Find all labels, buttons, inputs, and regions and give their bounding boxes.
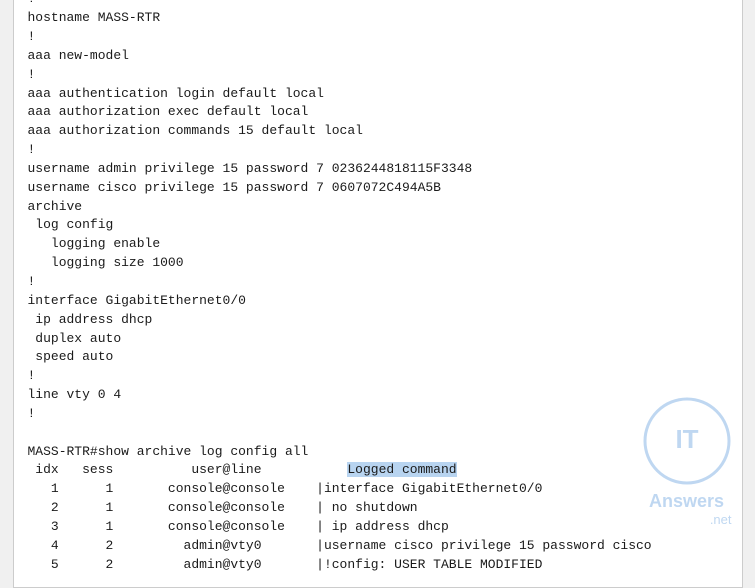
terminal-window: MASS-RTR#show running-config ! hostname … [13,0,743,588]
line-15: logging enable [28,236,161,251]
line-20: duplex auto [28,331,122,346]
line-17: ! [28,274,36,289]
line-8: aaa authorization exec default local [28,104,309,119]
line-12: username cisco privilege 15 password 7 0… [28,180,441,195]
line-29: 3 1 console@console | ip address dhcp [28,519,449,534]
line-9: aaa authorization commands 15 default lo… [28,123,363,138]
line-23: line vty 0 4 [28,387,122,402]
line-31: 5 2 admin@vty0 |!config: USER TABLE MODI… [28,557,543,572]
line-14: log config [28,217,114,232]
line-22: ! [28,368,36,383]
line-3: hostname MASS-RTR [28,10,161,25]
line-5: aaa new-model [28,48,129,63]
line-7: aaa authentication login default local [28,86,324,101]
line-13: archive [28,199,83,214]
line-6: ! [28,67,36,82]
line-30: 4 2 admin@vty0 |username cisco privilege… [28,538,652,553]
line-4: ! [28,29,36,44]
line-10: ! [28,142,36,157]
line-27: 1 1 console@console |interface GigabitEt… [28,481,543,496]
line-2: ! [28,0,36,6]
line-16: logging size 1000 [28,255,184,270]
line-21: speed auto [28,349,114,364]
line-11: username admin privilege 15 password 7 0… [28,161,473,176]
terminal-content: MASS-RTR#show running-config ! hostname … [28,0,728,575]
line-19: ip address dhcp [28,312,153,327]
line-28: 2 1 console@console | no shutdown [28,500,418,515]
line-24: ! [28,406,36,421]
line-26: idx sess user@line Logged command [28,462,457,477]
line-25: MASS-RTR#show archive log config all [28,444,309,459]
line-18: interface GigabitEthernet0/0 [28,293,246,308]
